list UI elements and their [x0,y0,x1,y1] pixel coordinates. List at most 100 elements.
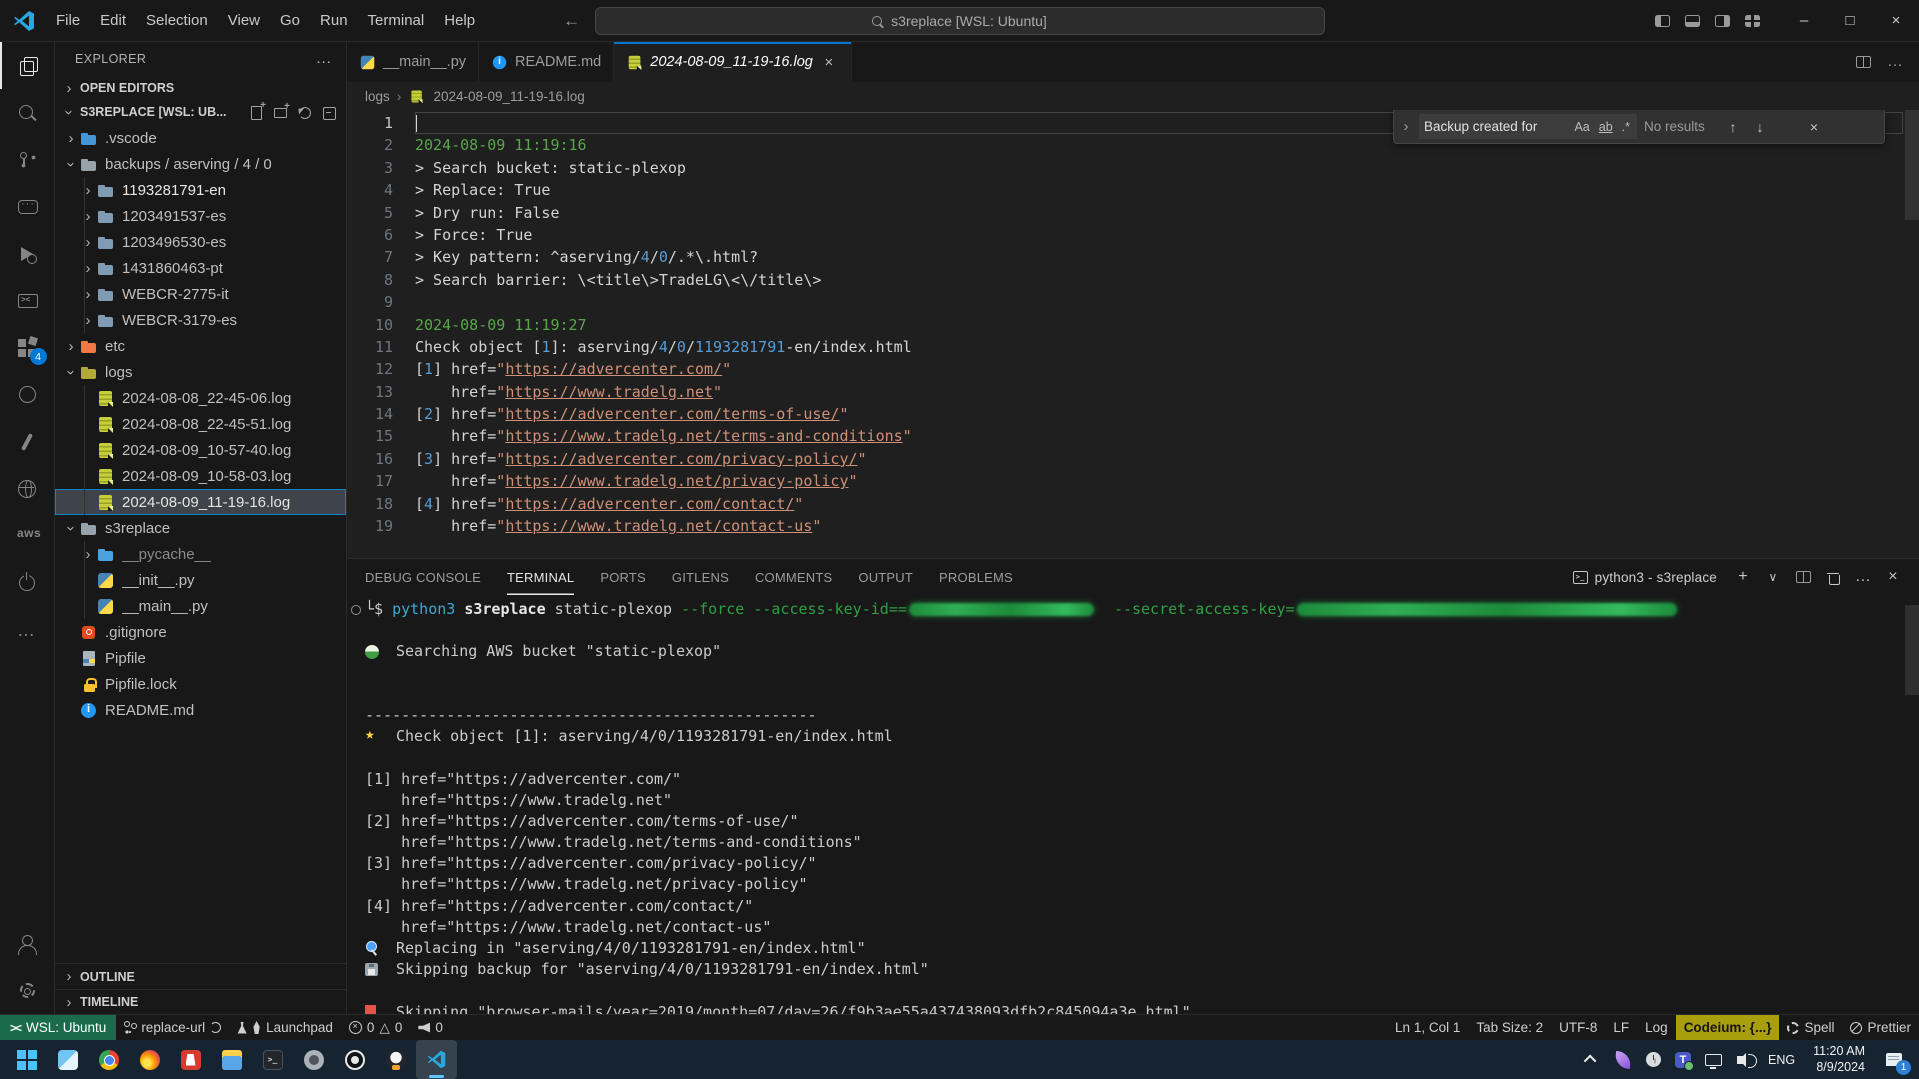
activitybar-extensions-icon[interactable]: 4 [0,324,55,371]
customize-layout-icon[interactable] [1737,6,1767,36]
activitybar-settings-icon[interactable] [0,967,55,1014]
refresh-icon[interactable] [298,105,312,119]
tray-teams-icon[interactable]: T [1668,1040,1698,1079]
editor-scrollbar[interactable] [1905,110,1919,220]
whole-word-icon[interactable]: ab [1597,119,1615,135]
activitybar-explorer-icon[interactable] [0,42,55,89]
tree-item-2024-08-09-11-19-16-log[interactable]: ›2024-08-09_11-19-16.log [55,489,346,515]
status-language-mode[interactable]: Log [1637,1015,1676,1040]
activitybar-docker-icon[interactable] [0,465,55,512]
menu-edit[interactable]: Edit [90,8,136,33]
tab-2024-08-09-11-19-16-log[interactable]: 2024-08-09_11-19-16.log× [614,42,852,82]
tree-item-etc[interactable]: ›etc [55,333,346,359]
menu-view[interactable]: View [218,8,270,33]
activitybar-source-control-icon[interactable] [0,136,55,183]
new-terminal-icon[interactable]: + [1729,563,1757,591]
match-case-icon[interactable]: Aa [1572,119,1591,135]
close-panel-icon[interactable]: × [1879,563,1907,591]
taskbar-vscode-icon[interactable] [416,1040,457,1079]
tray-display-icon[interactable] [1698,1040,1728,1079]
editor-line-17[interactable]: 17 href="https://www.tradelg.net/privacy… [347,470,1919,492]
menu-go[interactable]: Go [270,8,310,33]
taskbar-linux-icon[interactable] [375,1040,416,1079]
status-launchpad[interactable]: Launchpad [229,1015,341,1040]
menu-selection[interactable]: Selection [136,8,218,33]
language-indicator[interactable]: ENG [1760,1053,1803,1067]
editor-line-18[interactable]: 18[4] href="https://advercenter.com/cont… [347,493,1919,515]
panel-tab-output[interactable]: OUTPUT [858,559,913,595]
editor-line-5[interactable]: 5> Dry run: False [347,202,1919,224]
editor-line-14[interactable]: 14[2] href="https://advercenter.com/term… [347,403,1919,425]
editor-line-19[interactable]: 19 href="https://www.tradelg.net/contact… [347,515,1919,537]
tree-item-2024-08-08-22-45-51-log[interactable]: ›2024-08-08_22-45-51.log [55,411,346,437]
tree-item-1431860463-pt[interactable]: ›1431860463-pt [55,255,346,281]
tray-chevron-up-icon[interactable] [1576,1040,1606,1079]
menu-run[interactable]: Run [310,8,358,33]
taskbar-clock[interactable]: 11:20 AM 8/9/2024 [1805,1044,1873,1075]
newfolder-icon[interactable] [274,105,288,119]
tree-item-vscode[interactable]: ›.vscode [55,125,346,151]
tree-item-pipfile-lock[interactable]: ›Pipfile.lock [55,671,346,697]
editor-line-3[interactable]: 3> Search bucket: static-plexop [347,157,1919,179]
tray-speaker-icon[interactable] [1728,1040,1758,1079]
editor-more-icon[interactable]: … [1881,48,1909,76]
regex-icon[interactable]: .* [1620,119,1632,135]
activitybar-run-debug-icon[interactable] [0,230,55,277]
status-problems[interactable]: 0△0 [341,1015,410,1040]
editor-line-9[interactable]: 9 [347,291,1919,313]
status-codeium[interactable]: Codeium: {...} [1676,1015,1780,1040]
explorer-more-icon[interactable]: … [316,50,332,68]
taskbar-start-icon[interactable] [6,1040,47,1079]
split-editor-icon[interactable] [1849,48,1877,76]
taskbar-firefox-icon[interactable] [129,1040,170,1079]
terminal-scrollbar[interactable] [1905,605,1919,695]
tree-item-init-py[interactable]: ›__init__.py [55,567,346,593]
activitybar-chat-icon[interactable] [0,183,55,230]
editor-line-10[interactable]: 102024-08-09 11:19:27 [347,314,1919,336]
notification-center[interactable]: 1 [1875,1040,1913,1079]
status-encoding[interactable]: UTF-8 [1551,1015,1605,1040]
project-section-header[interactable]: › S3REPLACE [WSL: UB... [55,100,346,124]
tree-item-backups-aserving-4-0[interactable]: ›backups / aserving / 4 / 0 [55,151,346,177]
activitybar-accounts-icon[interactable] [0,920,55,967]
tree-item-logs[interactable]: ›logs [55,359,346,385]
tab-readme-md[interactable]: README.md [479,42,614,82]
editor-line-13[interactable]: 13 href="https://www.tradelg.net" [347,381,1919,403]
tree-item-gitignore[interactable]: ›.gitignore [55,619,346,645]
tree-item-webcr-3179-es[interactable]: ›WEBCR-3179-es [55,307,346,333]
toggle-secondary-sidebar-icon[interactable] [1707,6,1737,36]
editor-line-11[interactable]: 11Check object [1]: aserving/4/0/1193281… [347,336,1919,358]
tree-item-pipfile[interactable]: ›Pipfile [55,645,346,671]
breadcrumb-folder[interactable]: logs [365,89,390,104]
activitybar-more-views-icon[interactable]: … [0,606,55,653]
activitybar-circleci-icon[interactable] [0,559,55,606]
taskbar-chrome-icon[interactable] [88,1040,129,1079]
previous-match-icon[interactable]: ↑ [1723,119,1743,135]
tree-item-webcr-2775-it[interactable]: ›WEBCR-2775-it [55,281,346,307]
maximize-button[interactable]: □ [1827,0,1873,42]
split-terminal-icon[interactable] [1789,563,1817,591]
collapse-icon[interactable] [322,105,336,119]
editor-line-16[interactable]: 16[3] href="https://advercenter.com/priv… [347,448,1919,470]
editor-line-6[interactable]: 6> Force: True [347,224,1919,246]
timeline-section[interactable]: › TIMELINE [55,989,346,1014]
panel-tab-comments[interactable]: COMMENTS [755,559,832,595]
status-git-branch[interactable]: replace-url [116,1015,229,1040]
tree-item-1203496530-es[interactable]: ›1203496530-es [55,229,346,255]
outline-section[interactable]: › OUTLINE [55,964,346,989]
editor-line-15[interactable]: 15 href="https://www.tradelg.net/terms-a… [347,425,1919,447]
taskbar-explorer-icon[interactable] [211,1040,252,1079]
status-cursor-position[interactable]: Ln 1, Col 1 [1387,1015,1468,1040]
tree-item-readme-md[interactable]: ›README.md [55,697,346,723]
activitybar-aws-icon[interactable]: aws [0,512,55,559]
back-arrow-icon[interactable]: ← [563,11,580,31]
taskbar-taskview-icon[interactable] [47,1040,88,1079]
kill-terminal-icon[interactable] [1819,563,1847,591]
tree-item-pycache[interactable]: ›__pycache__ [55,541,346,567]
toggle-sidebar-icon[interactable] [1647,6,1677,36]
panel-tab-ports[interactable]: PORTS [600,559,646,595]
menu-file[interactable]: File [46,8,90,33]
taskbar-obs-icon[interactable] [334,1040,375,1079]
tree-item-2024-08-09-10-58-03-log[interactable]: ›2024-08-09_10-58-03.log [55,463,346,489]
find-expand-icon[interactable]: › [1400,118,1412,135]
